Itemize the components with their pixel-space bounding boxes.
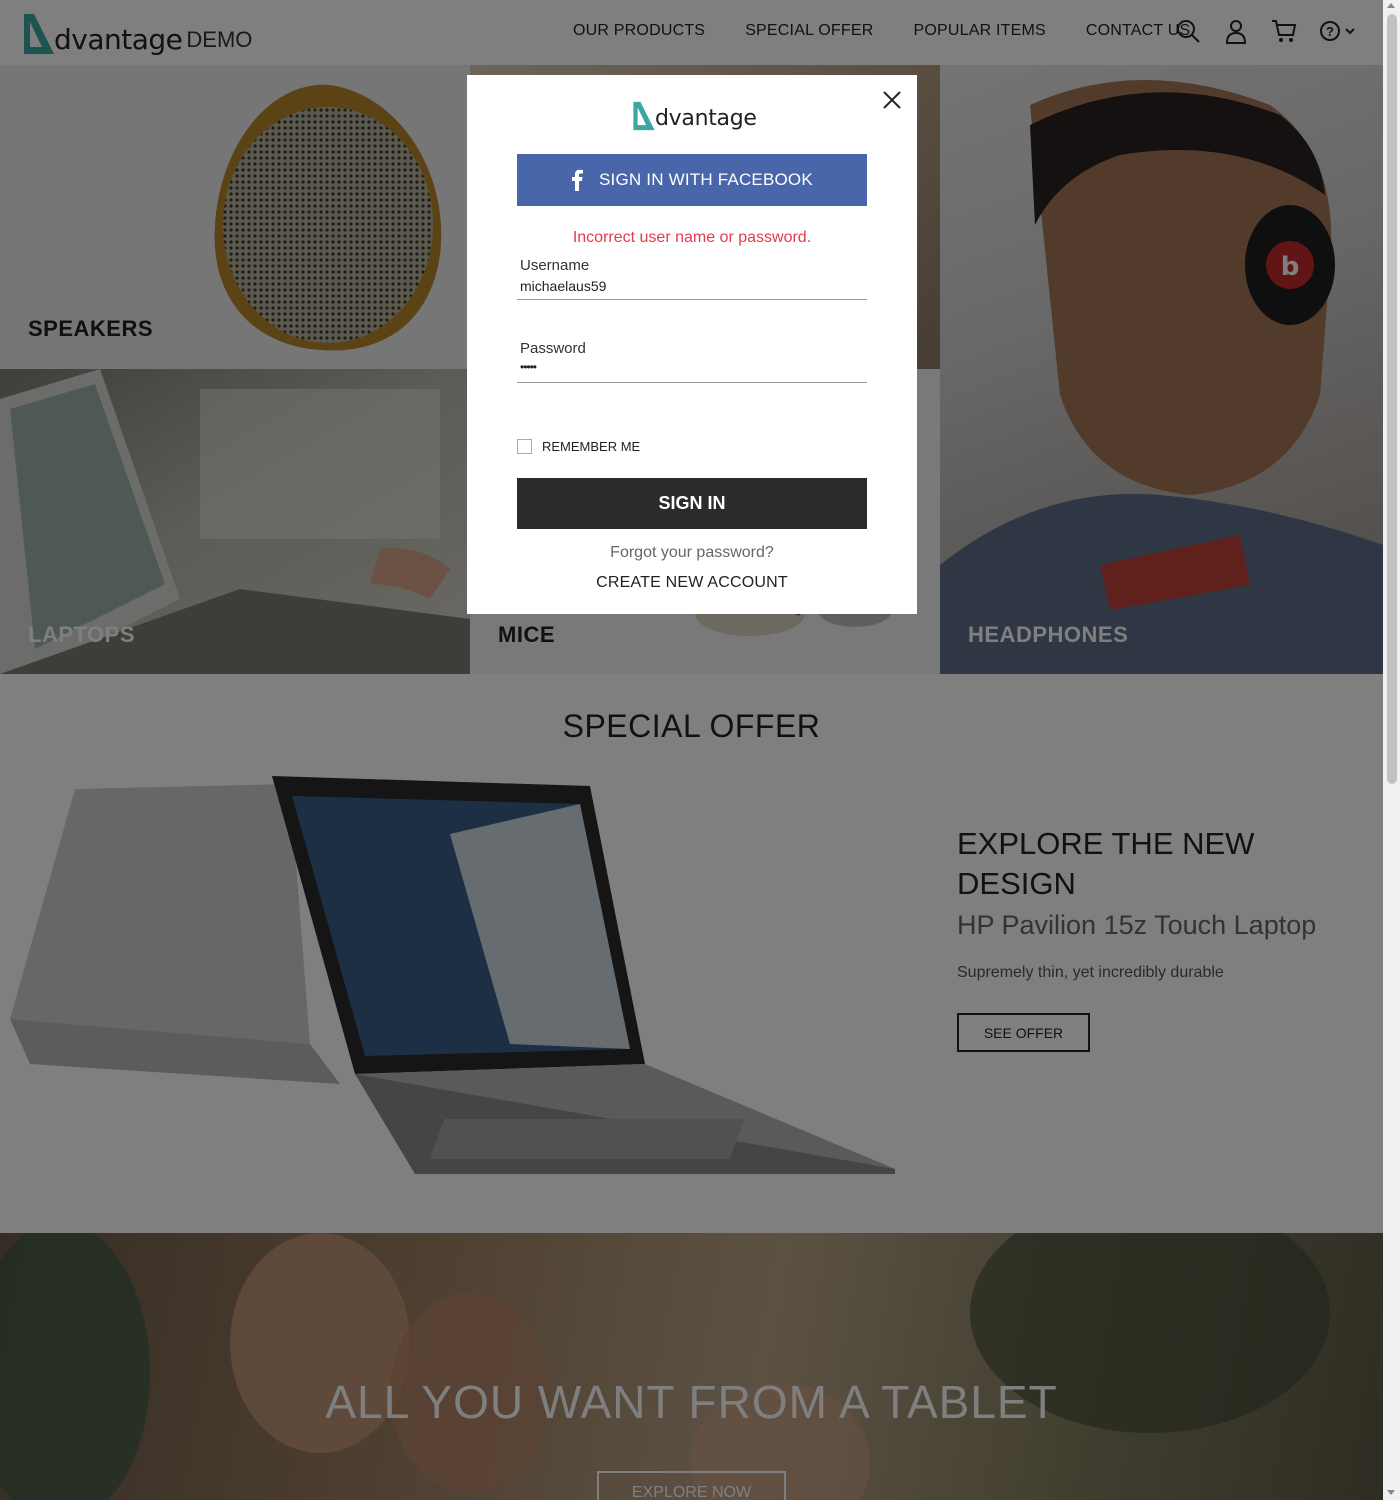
username-input[interactable]: michaelaus59 — [520, 278, 606, 294]
modal-logo-text: dvantage — [655, 106, 757, 131]
login-error-message: Incorrect user name or password. — [572, 229, 812, 246]
close-icon[interactable] — [880, 88, 904, 112]
username-label: Username — [520, 257, 590, 274]
facebook-icon — [567, 169, 587, 191]
facebook-signin-label: SIGN IN WITH FACEBOOK — [599, 170, 813, 189]
scroll-thumb[interactable] — [1387, 14, 1397, 784]
remember-me-label: REMEMBER ME — [542, 439, 641, 454]
login-modal: dvantage SIGN IN WITH FACEBOOK Incorrect… — [467, 75, 917, 614]
forgot-password-link[interactable]: Forgot your password? — [467, 544, 917, 562]
modal-logo: dvantage — [632, 100, 757, 132]
scroll-up-arrow-icon[interactable] — [1387, 3, 1395, 8]
page-scrollbar[interactable] — [1383, 0, 1400, 1500]
scroll-down-arrow-icon[interactable] — [1387, 1490, 1395, 1495]
remember-me-row[interactable]: REMEMBER ME — [517, 439, 640, 454]
username-underline — [517, 299, 867, 300]
remember-me-checkbox[interactable] — [517, 439, 532, 454]
facebook-signin-button[interactable]: SIGN IN WITH FACEBOOK — [517, 154, 867, 206]
password-underline — [517, 382, 867, 383]
logo-mark-icon — [633, 101, 655, 131]
password-label: Password — [520, 340, 586, 357]
sign-in-button[interactable]: SIGN IN — [517, 478, 867, 529]
create-account-link[interactable]: CREATE NEW ACCOUNT — [467, 574, 917, 592]
password-input[interactable]: ••••• — [520, 360, 537, 374]
